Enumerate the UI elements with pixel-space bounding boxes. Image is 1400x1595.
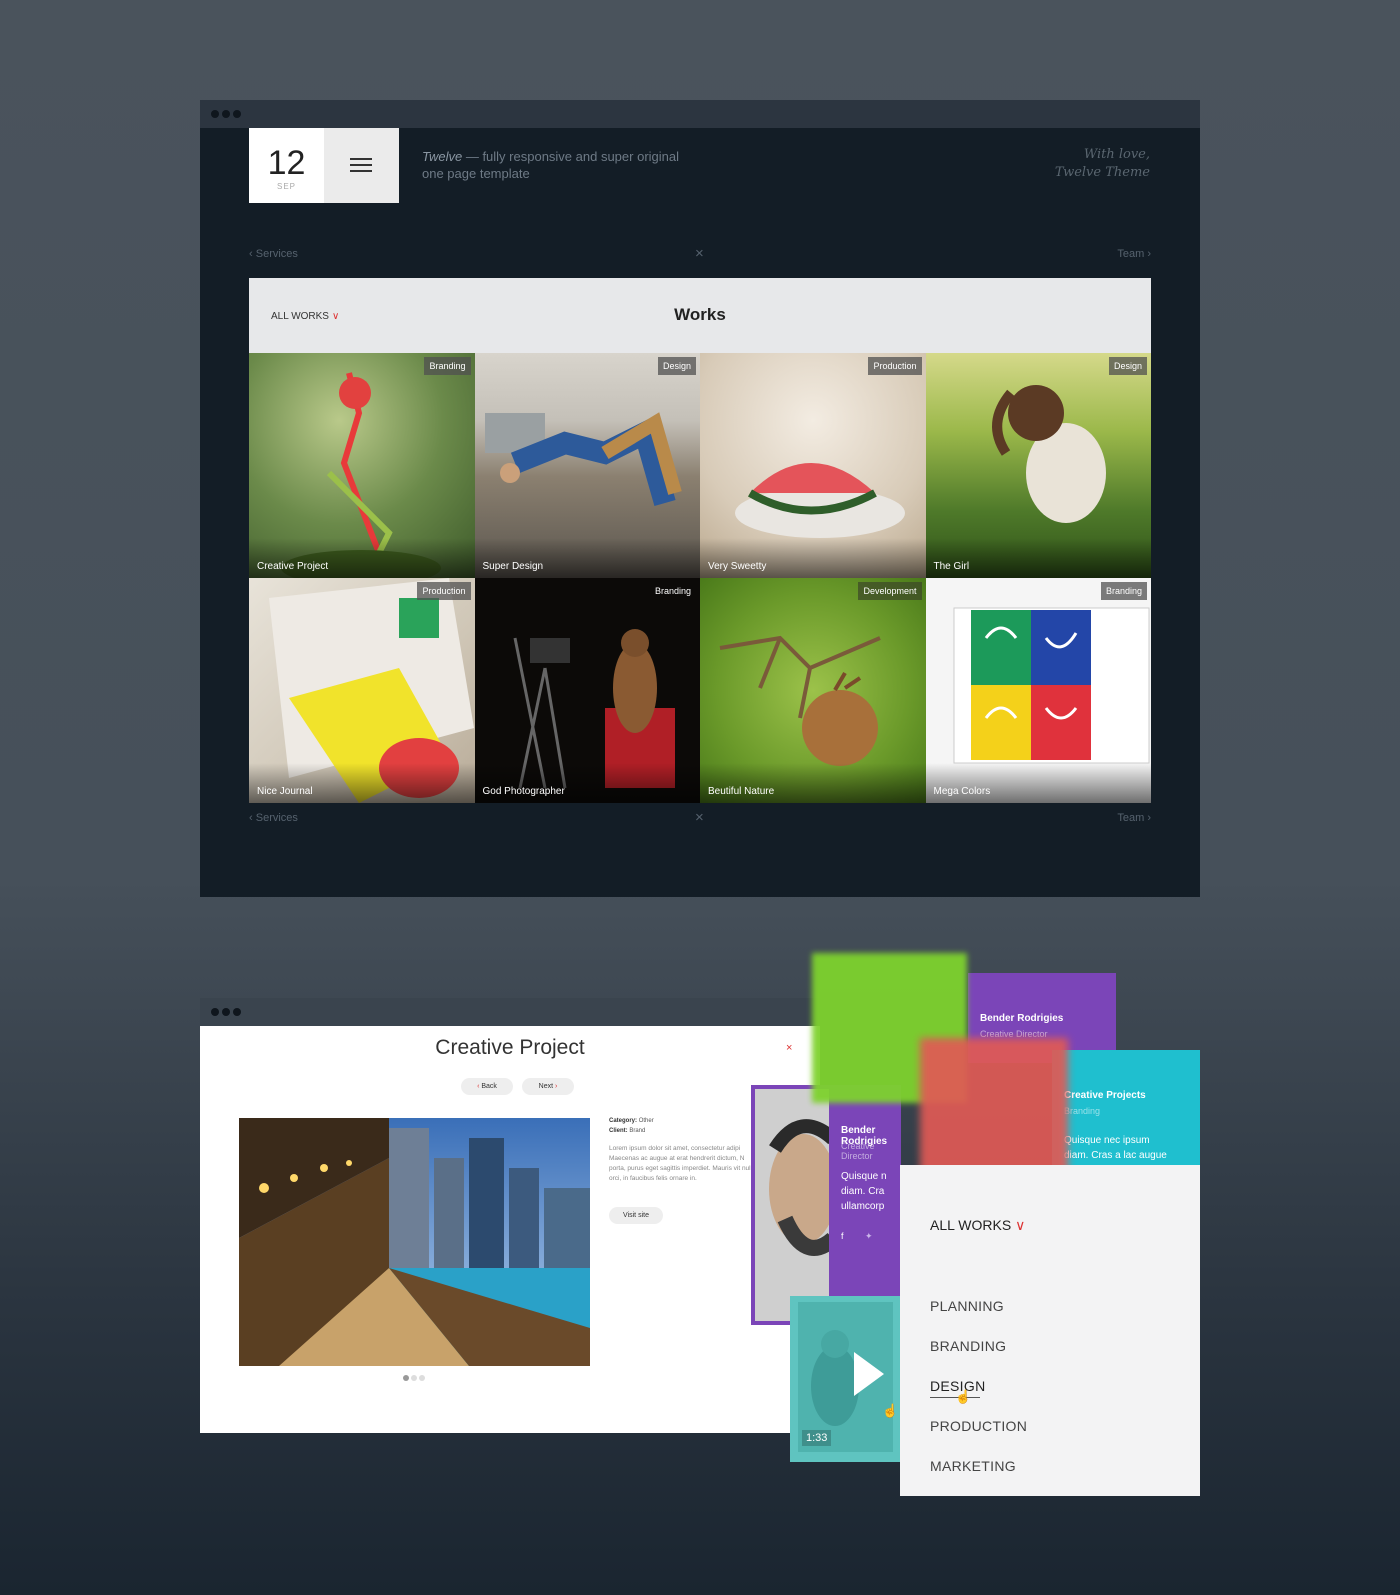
tile-title: God Photographer	[474, 763, 700, 803]
dropdown-item-branding[interactable]: BRANDING	[930, 1338, 1006, 1354]
tile-title: Very Sweetty	[700, 538, 926, 578]
team-card-text: Quisque n diam. Cra ullamcorp	[841, 1171, 887, 1212]
date-month: SEP	[276, 182, 296, 191]
chevron-down-icon: ∨	[1015, 1217, 1026, 1233]
portrait-image	[755, 1089, 829, 1321]
window-controls[interactable]	[211, 1008, 241, 1016]
portfolio-tile[interactable]: Production Very Sweetty	[700, 353, 926, 578]
works-window: 12 SEP Twelve — fully responsive and sup…	[200, 100, 1200, 897]
visit-site-button[interactable]: Visit site	[609, 1207, 663, 1224]
tile-title: Creative Project	[249, 538, 475, 578]
portfolio-tile[interactable]: Branding Creative Project	[249, 353, 475, 578]
category-badge: Production	[868, 357, 922, 375]
close-icon[interactable]: ×	[695, 809, 704, 826]
signature-line1: With love,	[1083, 147, 1150, 162]
tile-title: The Girl	[925, 538, 1151, 578]
close-icon[interactable]: ×	[786, 1042, 792, 1054]
prev-section-label: Services	[255, 248, 298, 260]
prev-section-link[interactable]: ‹ Services	[249, 248, 298, 260]
client-label: Client:	[609, 1128, 628, 1134]
portfolio-tile[interactable]: Branding Mega Colors	[925, 578, 1151, 803]
window-controls[interactable]	[211, 110, 241, 118]
category-badge: Branding	[1100, 582, 1147, 600]
category-badge: Branding	[654, 586, 691, 596]
tile-title: Nice Journal	[249, 763, 475, 803]
hand-cursor-icon: ☝	[955, 1389, 972, 1404]
prev-section-link[interactable]: ‹ Services	[249, 812, 298, 824]
portfolio-tile[interactable]: Branding God Photographer	[474, 578, 700, 803]
portfolio-tile[interactable]: Development Beutiful Nature	[700, 578, 926, 803]
team-card-role: Creative Director	[841, 1141, 875, 1161]
next-section-label: Team	[1117, 248, 1145, 260]
portfolio-tile[interactable]: Design The Girl	[925, 353, 1151, 578]
date-badge: 12 SEP	[249, 128, 324, 203]
dropdown-item-production[interactable]: PRODUCTION	[930, 1418, 1027, 1434]
category-dropdown: ALL WORKS ∨ PLANNING BRANDING DESIGN PROD…	[900, 1165, 1200, 1496]
team-card: Bender Rodrigies Creative Director Quisq…	[751, 1085, 901, 1325]
project-card-name: Creative Projects	[1064, 1090, 1146, 1101]
project-description: Lorem ipsum dolor sit amet, consectetur …	[609, 1145, 756, 1182]
portfolio-tile[interactable]: Design Super Design	[474, 353, 700, 578]
works-grid: Branding Creative Project Design Super D…	[249, 353, 1151, 803]
dropdown-item-planning[interactable]: PLANNING	[930, 1298, 1004, 1314]
portfolio-tile[interactable]: Production Nice Journal	[249, 578, 475, 803]
section-title: Works	[674, 305, 726, 324]
project-card-role: Branding	[1064, 1106, 1101, 1116]
hand-cursor-icon: ☝	[882, 1403, 899, 1418]
team-name: Bender Rodrigies	[980, 1013, 1064, 1024]
section-nav-top: ‹ Services × Team ›	[249, 245, 1151, 264]
tile-title: Super Design	[474, 538, 700, 578]
chevron-right-icon: ›	[553, 1083, 558, 1090]
signature: With love, Twelve Theme	[1055, 146, 1150, 182]
project-detail-window: Creative Project × ‹ Back Next › Categor…	[200, 998, 820, 1433]
next-label: Next	[538, 1083, 554, 1090]
bridge-city-image	[239, 1118, 590, 1366]
twitter-icon[interactable]: ✦	[865, 1231, 873, 1242]
section-nav-bottom: ‹ Services × Team ›	[249, 809, 1151, 828]
category-badge: Production	[417, 582, 471, 600]
project-title: Creative Project	[435, 1036, 585, 1059]
dropdown-label: ALL WORKS	[930, 1217, 1012, 1233]
next-button[interactable]: Next ›	[522, 1078, 574, 1095]
project-card-text: Quisque nec ipsum diam. Cras a lac augue	[1064, 1135, 1167, 1161]
project-meta: Category: Other Client: Brand	[609, 1116, 759, 1136]
category-badge: Development	[858, 582, 922, 600]
category-label: Category:	[609, 1118, 638, 1124]
category-badge: Design	[1108, 357, 1147, 375]
close-icon[interactable]: ×	[695, 245, 704, 262]
next-section-label: Team	[1117, 812, 1145, 824]
window-titlebar	[200, 998, 820, 1026]
play-icon[interactable]	[854, 1352, 884, 1396]
dropdown-item-marketing[interactable]: MARKETING	[930, 1458, 1016, 1474]
facebook-icon[interactable]: f	[841, 1231, 844, 1241]
next-section-link[interactable]: Team ›	[1117, 248, 1151, 260]
client-value: Brand	[629, 1128, 646, 1134]
tagline: Twelve — fully responsive and super orig…	[422, 148, 702, 182]
category-badge: Design	[657, 357, 696, 375]
tile-title: Beutiful Nature	[700, 763, 926, 803]
window-titlebar	[200, 100, 1200, 128]
video-duration: 1:33	[802, 1430, 832, 1446]
category-badge: Branding	[424, 357, 471, 375]
next-section-link[interactable]: Team ›	[1117, 812, 1151, 824]
tile-title: Mega Colors	[925, 763, 1151, 803]
tagline-brand: Twelve	[422, 149, 463, 164]
prev-section-label: Services	[255, 812, 298, 824]
menu-button[interactable]	[324, 128, 399, 203]
project-photo	[239, 1118, 590, 1366]
back-button[interactable]: ‹ Back	[461, 1078, 513, 1095]
date-day: 12	[267, 144, 306, 182]
hamburger-icon	[350, 158, 372, 176]
video-card[interactable]: 1:33	[790, 1296, 900, 1462]
carousel-dots[interactable]	[403, 1375, 425, 1381]
back-label: Back	[481, 1083, 497, 1090]
works-header: ALL WORKS ∨ Works	[249, 278, 1151, 353]
dropdown-toggle[interactable]: ALL WORKS ∨	[930, 1217, 1025, 1234]
category-value: Other	[638, 1118, 654, 1124]
signature-line2: Twelve Theme	[1054, 165, 1150, 180]
